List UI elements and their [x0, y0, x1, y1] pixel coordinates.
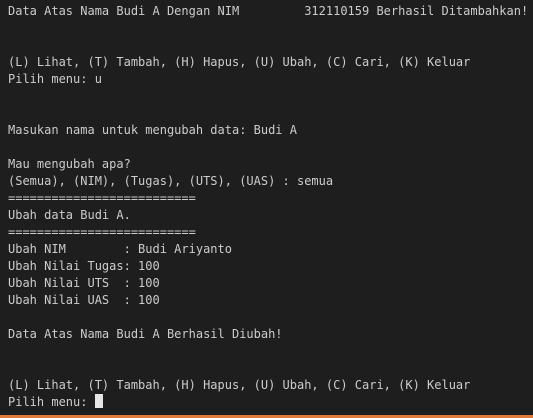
terminal-line: Ubah NIM : Budi Ariyanto: [8, 242, 232, 256]
terminal-line: Masukan nama untuk mengubah data: Budi A: [8, 123, 297, 137]
terminal-line: Data Atas Nama Budi A Berhasil Diubah!: [8, 327, 283, 341]
terminal-line: Mau mengubah apa?: [8, 157, 131, 171]
terminal-line: Data Atas Nama Budi A Dengan NIM 3121101…: [8, 4, 529, 18]
terminal-line: (L) Lihat, (T) Tambah, (H) Hapus, (U) Ub…: [8, 55, 471, 69]
text-cursor: [94, 394, 103, 408]
terminal-line: Ubah Nilai UTS : 100: [8, 276, 160, 290]
prompt-line[interactable]: Pilih menu:: [8, 394, 533, 411]
terminal-line: ==========================: [8, 225, 196, 239]
terminal-line: (Semua), (NIM), (Tugas), (UTS), (UAS) : …: [8, 174, 334, 188]
terminal-window[interactable]: Data Atas Nama Budi A Dengan NIM 3121101…: [0, 0, 533, 418]
terminal-line: Ubah Nilai Tugas: 100: [8, 259, 160, 273]
terminal-line: Ubah Nilai UAS : 100: [8, 293, 160, 307]
terminal-line: Ubah data Budi A.: [8, 208, 131, 222]
terminal-line: Pilih menu: u: [8, 72, 102, 86]
terminal-line: ==========================: [8, 191, 196, 205]
prompt-text: Pilih menu:: [8, 395, 95, 409]
terminal-line: (L) Lihat, (T) Tambah, (H) Hapus, (U) Ub…: [8, 378, 471, 392]
